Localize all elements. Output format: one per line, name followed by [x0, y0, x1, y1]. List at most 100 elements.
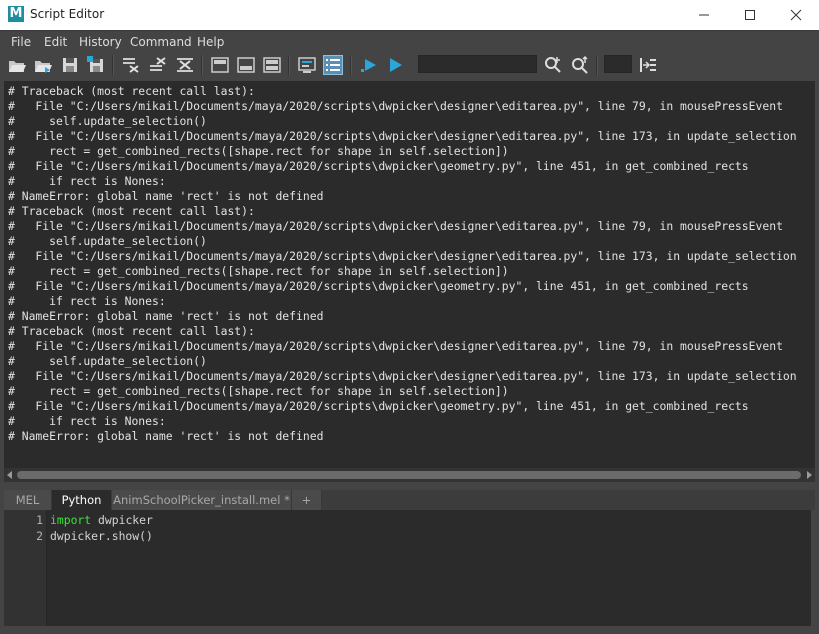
goto-line-button[interactable] — [638, 55, 658, 75]
add-tab-button[interactable]: + — [292, 490, 322, 510]
echo-all-commands-button[interactable] — [297, 55, 317, 75]
toolbar-separator — [596, 55, 598, 75]
output-line: # if rect is Nones: — [8, 294, 166, 308]
line-number: 1 — [36, 513, 43, 527]
execute-icon — [390, 58, 402, 72]
tab-mel[interactable]: MEL — [4, 490, 52, 510]
window-bottom-edge — [0, 626, 819, 634]
open-script-button[interactable] — [7, 55, 27, 75]
menu-help[interactable]: Help — [197, 35, 224, 49]
horizontal-scrollbar[interactable] — [4, 468, 815, 482]
history-output-panel[interactable]: # Traceback (most recent call last): # F… — [4, 81, 815, 468]
show-both-icon — [263, 57, 281, 73]
show-input-only-icon — [237, 57, 255, 73]
line-number: 2 — [36, 529, 43, 543]
output-line: # File "C:/Users/mikail/Documents/maya/2… — [8, 369, 797, 383]
goto-line-icon — [640, 58, 656, 72]
output-line: # File "C:/Users/mikail/Documents/maya/2… — [8, 249, 797, 263]
menu-edit[interactable]: Edit — [44, 35, 67, 49]
line-number-gutter: 1 2 — [4, 510, 47, 626]
save-script-icon — [63, 58, 77, 72]
tab-animschoolpicker-install[interactable]: AnimSchoolPicker_install.mel * — [112, 490, 292, 510]
show-history-only-icon — [211, 57, 229, 73]
output-line: # self.update_selection() — [8, 354, 207, 368]
show-input-only-button[interactable] — [236, 55, 256, 75]
maximize-button[interactable] — [727, 0, 773, 30]
menu-history[interactable]: History — [79, 35, 122, 49]
output-line: # rect = get_combined_rects([shape.rect … — [8, 384, 509, 398]
save-script-to-shelf-icon — [87, 56, 103, 72]
clear-all-icon — [177, 58, 193, 72]
menu-bar: File Edit History Command Help — [0, 30, 819, 53]
code-line: import dwpicker — [50, 513, 153, 527]
execute-all-button[interactable] — [359, 55, 379, 75]
show-history-only-button[interactable] — [210, 55, 230, 75]
source-script-icon — [35, 61, 52, 73]
execute-all-icon — [361, 59, 376, 72]
output-line: # File "C:/Users/mikail/Documents/maya/2… — [8, 219, 783, 233]
toolbar — [0, 52, 819, 78]
scroll-left-icon[interactable] — [7, 471, 12, 479]
output-line: # rect = get_combined_rects([shape.rect … — [8, 264, 509, 278]
output-line: # File "C:/Users/mikail/Documents/maya/2… — [8, 399, 749, 413]
clear-input-button[interactable] — [148, 55, 168, 75]
script-tabs: MEL Python AnimSchoolPicker_install.mel … — [4, 490, 815, 510]
toolbar-separator — [350, 55, 352, 75]
search-next-icon — [572, 55, 588, 74]
output-line: # File "C:/Users/mikail/Documents/maya/2… — [8, 159, 749, 173]
open-script-icon — [9, 61, 26, 72]
panel-splitter[interactable] — [0, 482, 819, 490]
code-text: dwpicker.show() — [50, 529, 153, 543]
menu-command[interactable]: Command — [130, 35, 192, 49]
output-line: # File "C:/Users/mikail/Documents/maya/2… — [8, 339, 783, 353]
tab-python[interactable]: Python — [52, 490, 111, 510]
toolbar-separator — [201, 55, 203, 75]
close-button[interactable] — [773, 0, 819, 30]
keyword-import: import — [50, 513, 92, 527]
output-line: # NameError: global name 'rect' is not d… — [8, 189, 324, 203]
search-icon — [545, 57, 561, 73]
scroll-right-icon[interactable] — [807, 471, 812, 479]
execute-button[interactable] — [385, 55, 405, 75]
output-line: # Traceback (most recent call last): — [8, 204, 255, 218]
close-icon — [790, 9, 802, 21]
output-line: # Traceback (most recent call last): — [8, 84, 255, 98]
output-line: # self.update_selection() — [8, 114, 207, 128]
save-script-to-shelf-button[interactable] — [86, 55, 106, 75]
toolbar-separator — [112, 55, 114, 75]
script-input-editor[interactable]: 1 2 import dwpicker dwpicker.show() — [4, 510, 815, 626]
show-line-numbers-icon — [326, 59, 340, 71]
goto-line-field[interactable] — [604, 55, 632, 73]
code-text: dwpicker — [91, 513, 153, 527]
source-script-button[interactable] — [33, 55, 53, 75]
output-line: # NameError: global name 'rect' is not d… — [8, 429, 324, 443]
clear-input-icon — [150, 57, 166, 71]
show-line-numbers-button[interactable] — [323, 55, 343, 75]
echo-all-commands-icon — [298, 57, 316, 73]
search-button[interactable] — [543, 55, 563, 75]
output-line: # if rect is Nones: — [8, 174, 166, 188]
output-line: # File "C:/Users/mikail/Documents/maya/2… — [8, 279, 749, 293]
search-field[interactable] — [418, 55, 537, 73]
maya-logo-icon: M — [8, 6, 24, 22]
menu-file[interactable]: File — [11, 35, 31, 49]
maximize-icon — [745, 10, 755, 20]
output-line: # NameError: global name 'rect' is not d… — [8, 309, 324, 323]
output-line: # self.update_selection() — [8, 234, 207, 248]
clear-history-button[interactable] — [121, 55, 141, 75]
clear-history-icon — [123, 58, 139, 73]
output-line: # if rect is Nones: — [8, 414, 166, 428]
title-bar: M Script Editor — [0, 0, 819, 30]
minimize-button[interactable] — [681, 0, 727, 30]
code-line: dwpicker.show() — [50, 529, 153, 543]
show-both-button[interactable] — [262, 55, 282, 75]
toolbar-separator — [288, 55, 290, 75]
output-line: # Traceback (most recent call last): — [8, 324, 255, 338]
search-next-button[interactable] — [570, 55, 590, 75]
clear-all-button[interactable] — [175, 55, 195, 75]
save-script-button[interactable] — [60, 55, 80, 75]
output-line: # File "C:/Users/mikail/Documents/maya/2… — [8, 129, 797, 143]
scrollbar-thumb[interactable] — [17, 471, 801, 479]
output-line: # rect = get_combined_rects([shape.rect … — [8, 144, 509, 158]
minimize-icon — [699, 14, 709, 16]
